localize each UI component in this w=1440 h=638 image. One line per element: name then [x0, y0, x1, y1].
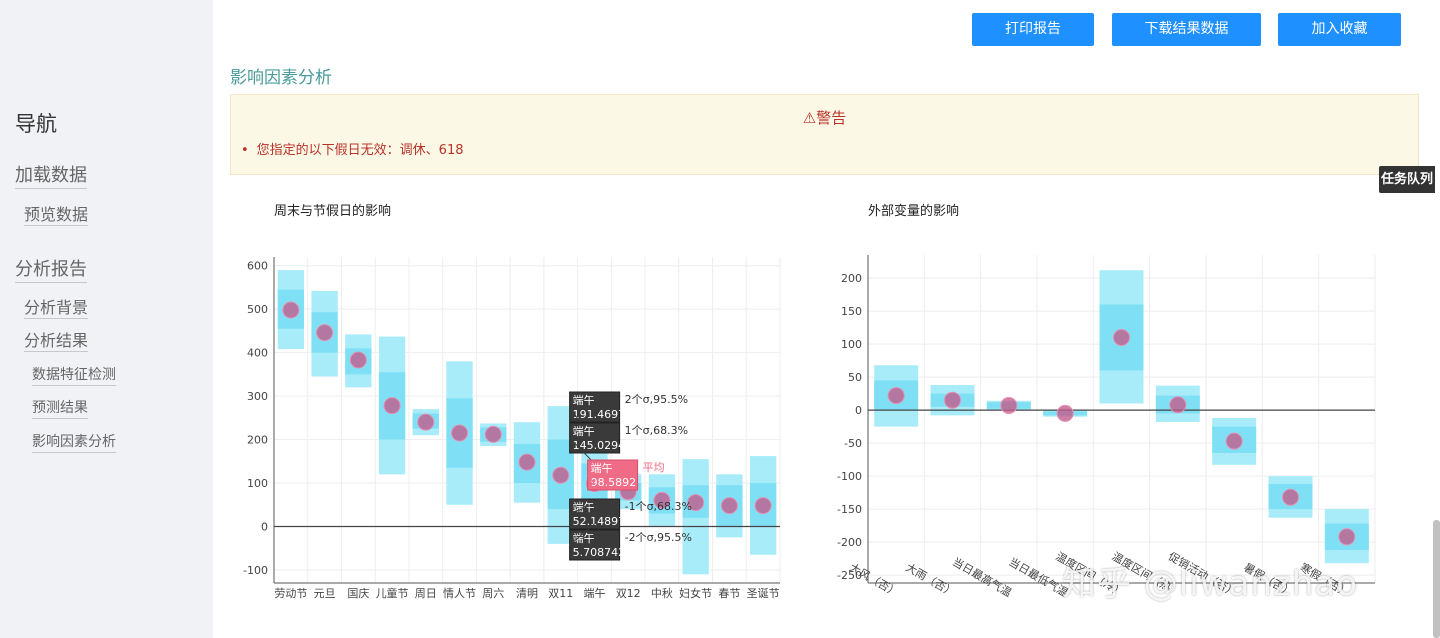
y-tick-label: 400 [247, 347, 268, 360]
tooltip-category: 端午 [573, 501, 595, 514]
holiday-effect-chart: 600 500 400 300 200 100 0 -100 劳动节 元旦 国庆 儿童节 周日 情人节 周六… [243, 257, 781, 600]
tooltip-desc: -1个σ,68.3% [625, 500, 692, 513]
nav-report[interactable]: 分析报告 [15, 259, 87, 283]
tooltip-desc: 1个σ,68.3% [625, 424, 688, 437]
y-tick-label: 150 [841, 305, 862, 318]
y-tick-label: 50 [848, 371, 862, 384]
mean-point [316, 324, 334, 342]
tooltip-category: 端午 [573, 532, 595, 545]
tooltip-category: 端午 [573, 425, 595, 438]
tooltip-desc: -2个σ,95.5% [625, 531, 692, 544]
x-tick-label: 当日最高气温 [950, 554, 1014, 599]
tooltip-category: 端午 [573, 394, 595, 407]
warning-message: 您指定的以下假日无效：调休、618 [256, 143, 464, 158]
nav-background[interactable]: 分析背景 [24, 298, 89, 319]
nav-factor-analysis[interactable]: 影响因素分析 [32, 434, 116, 453]
mean-point [518, 453, 536, 471]
mean-point [552, 466, 570, 484]
nav-preview-data[interactable]: 预览数据 [24, 205, 89, 226]
y-tick-label: 0 [855, 404, 862, 417]
y-tick-label: -200 [837, 536, 862, 549]
y-tick-label: 100 [247, 477, 268, 490]
x-tick-label: 国庆 [347, 586, 369, 600]
mean-point [383, 397, 401, 415]
tooltip-value: 98.5892 [591, 476, 637, 489]
mean-point [484, 425, 502, 443]
x-tick-label: 圣诞节 [747, 586, 780, 600]
x-tick-label: 情人节 [443, 587, 476, 600]
chart-title-holidays: 周末与节假日的影响 [274, 204, 392, 219]
mean-point [1282, 488, 1299, 506]
y-tick-label: 200 [841, 272, 862, 285]
mean-point [1169, 396, 1187, 414]
x-tick-label: 周六 [482, 587, 504, 600]
nav-results[interactable]: 分析结果 [24, 331, 89, 352]
x-tick-label: 清明 [516, 587, 538, 600]
x-tick-label: 劳动节 [274, 587, 307, 600]
warning-title: ⚠警告 [802, 109, 847, 127]
watermark: 知乎 @liwanzhao [1062, 564, 1358, 604]
mean-point [282, 301, 300, 319]
y-tick-label: 600 [247, 260, 268, 273]
mean-point [1000, 396, 1018, 414]
y-tick-label: -150 [837, 503, 862, 516]
mean-point [1056, 404, 1074, 422]
mean-point [944, 391, 961, 409]
x-tick-label: 双12 [616, 587, 641, 600]
mean-point [417, 413, 435, 431]
chart-title-external: 外部变量的影响 [868, 204, 960, 219]
section-title: 影响因素分析 [230, 68, 332, 88]
nav-title: 导航 [15, 112, 57, 136]
mean-point [451, 424, 469, 442]
nav-load-data[interactable]: 加载数据 [15, 165, 87, 189]
mean-point [1113, 328, 1130, 346]
x-tick-label: 周日 [415, 587, 437, 600]
x-tick-label: 元旦 [314, 587, 336, 600]
mean-point [887, 387, 905, 405]
download-results-button[interactable]: 下载结果数据 [1112, 13, 1261, 46]
y-tick-label: 0 [261, 520, 268, 533]
scrollbar[interactable] [1433, 520, 1440, 638]
warning-item: • 您指定的以下假日无效：调休、618 [241, 139, 464, 158]
x-tick-label: 妇女节 [679, 586, 712, 600]
y-tick-label: -50 [844, 437, 862, 450]
x-tick-label: 端午 [583, 587, 605, 600]
x-tick-label: 中秋 [651, 586, 673, 600]
mean-point [1225, 432, 1243, 450]
y-tick-label: 200 [247, 434, 268, 447]
y-tick-label: 300 [247, 390, 268, 403]
sidebar: 导航 加载数据 预览数据 分析报告 分析背景 分析结果 数据特征检测 预测结果 … [0, 0, 213, 638]
y-tick-label: -100 [243, 564, 268, 577]
x-tick-label: 儿童节 [376, 586, 409, 600]
y-tick-label: 100 [841, 338, 862, 351]
tooltip-value: 5.708742 [573, 546, 626, 559]
tooltip-value: 145.0294 [573, 439, 626, 452]
mean-point [349, 351, 367, 369]
x-tick-label: 春节 [718, 587, 740, 600]
tooltip-category: 端午 [591, 462, 613, 475]
mean-point [720, 497, 738, 515]
print-report-button[interactable]: 打印报告 [972, 13, 1094, 46]
tooltip-desc: 2个σ,95.5% [625, 393, 688, 406]
mean-point [754, 497, 772, 515]
tooltip-value: 52.14897 [573, 515, 626, 528]
nav-forecast[interactable]: 预测结果 [32, 400, 88, 419]
add-favorite-button[interactable]: 加入收藏 [1278, 13, 1401, 46]
tooltip-value: 191.4697 [573, 408, 626, 421]
tooltip-desc: 平均 [643, 461, 665, 474]
nav-feature-check[interactable]: 数据特征检测 [32, 367, 116, 386]
mean-point [1338, 528, 1356, 546]
y-tick-label: 500 [247, 303, 268, 316]
bullet-icon: • [241, 143, 249, 158]
warning-box: ⚠警告 • 您指定的以下假日无效：调休、618 [230, 94, 1419, 175]
x-tick-label: 双11 [548, 587, 573, 600]
task-queue-button[interactable]: 任务队列 [1379, 166, 1435, 193]
y-tick-label: -100 [837, 470, 862, 483]
